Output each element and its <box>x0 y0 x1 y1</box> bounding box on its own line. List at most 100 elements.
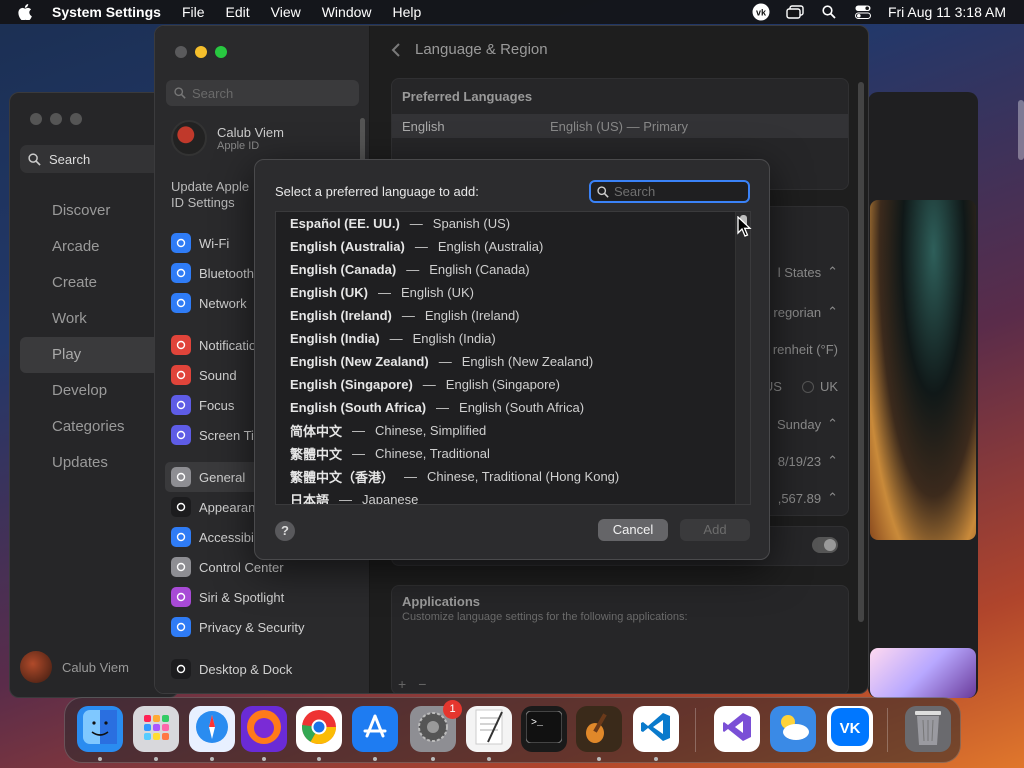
language-row[interactable]: 日本語 — Japanese <box>276 488 750 504</box>
menu-edit[interactable]: Edit <box>226 4 250 20</box>
menu-clock[interactable]: Fri Aug 11 3:18 AM <box>888 4 1006 20</box>
remove-application-button[interactable]: − <box>418 676 426 692</box>
bg-nav-updates[interactable]: Updates <box>20 445 170 481</box>
game-thumbnail[interactable] <box>870 200 976 540</box>
search-icon <box>597 185 609 198</box>
dock-vscode[interactable] <box>633 706 679 752</box>
first-day-popup[interactable]: Sunday ⌃ <box>777 416 838 432</box>
chevron-updown-icon: ⌃ <box>827 264 838 279</box>
dock-safari[interactable] <box>189 706 235 752</box>
cancel-button[interactable]: Cancel <box>598 519 668 541</box>
bg-nav-discover[interactable]: Discover <box>20 193 170 229</box>
dock-trash[interactable] <box>905 706 951 752</box>
apple-menu-icon[interactable] <box>18 4 38 20</box>
help-button[interactable]: ? <box>275 521 295 541</box>
calendar-popup[interactable]: regorian ⌃ <box>773 304 838 320</box>
language-row[interactable]: English (Australia) — English (Australia) <box>276 235 750 258</box>
bg-nav-categories[interactable]: Categories <box>20 409 170 445</box>
control-center-icon[interactable] <box>854 3 872 21</box>
background-search-field[interactable]: Search <box>20 145 170 173</box>
language-search-field[interactable] <box>589 180 750 203</box>
preferred-language-row[interactable]: English English (US) — Primary <box>392 114 848 138</box>
background-nav: Discover Arcade Create Work Play Develop… <box>20 193 170 481</box>
bg-nav-work[interactable]: Work <box>20 301 170 337</box>
bg-nav-create[interactable]: Create <box>20 265 170 301</box>
number-format-popup[interactable]: ,567.89 ⌃ <box>778 490 838 506</box>
dock-textedit[interactable] <box>466 706 512 752</box>
language-search-input[interactable] <box>614 184 734 199</box>
language-row[interactable]: English (New Zealand) — English (New Zeala… <box>276 350 750 373</box>
language-row[interactable]: 简体中文 — Chinese, Simplified <box>276 419 750 442</box>
sidebar-scrollbar[interactable] <box>360 118 365 164</box>
language-list-scrollbar[interactable] <box>735 212 750 504</box>
game-thumbnail[interactable] <box>870 648 976 698</box>
window-switch-icon[interactable] <box>786 3 804 21</box>
apple-id-item[interactable]: Calub Viem Apple ID <box>171 120 284 156</box>
minimize-button[interactable] <box>195 46 207 58</box>
add-application-button[interactable]: + <box>398 676 406 692</box>
region-popup[interactable]: l States ⌃ <box>778 264 838 280</box>
menu-file[interactable]: File <box>182 4 205 20</box>
zoom-button[interactable] <box>215 46 227 58</box>
avatar <box>20 651 52 683</box>
bg-nav-develop[interactable]: Develop <box>20 373 170 409</box>
language-row[interactable]: English (Ireland) — English (Ireland) <box>276 304 750 327</box>
menu-window[interactable]: Window <box>322 4 372 20</box>
language-english-name: English (South Africa) <box>459 400 585 415</box>
dock-weather[interactable] <box>770 706 816 752</box>
date-format-popup[interactable]: 8/19/23 ⌃ <box>778 453 838 469</box>
language-row[interactable]: Español (EE. UU.) — Spanish (US) <box>276 212 750 235</box>
toggle-switch[interactable] <box>812 537 838 553</box>
dock-app-store[interactable] <box>352 706 398 752</box>
desktop-scrollbar[interactable] <box>1018 100 1024 160</box>
radio-button-uk[interactable] <box>801 380 814 393</box>
menu-view[interactable]: View <box>271 4 301 20</box>
dock-finder[interactable] <box>77 706 123 752</box>
hand-icon <box>171 617 191 637</box>
page-title: Language & Region <box>415 41 548 58</box>
menu-app-name[interactable]: System Settings <box>52 4 161 20</box>
language-row[interactable]: English (UK) — English (UK) <box>276 281 750 304</box>
content-scrollbar[interactable] <box>858 82 864 622</box>
sidebar-item-privacy-security[interactable]: Privacy & Security <box>165 612 360 642</box>
back-chevron-icon[interactable] <box>391 42 401 58</box>
siri-icon <box>171 587 191 607</box>
dock-launchpad[interactable] <box>133 706 179 752</box>
date-format-value: 8/19/23 <box>777 453 822 469</box>
language-row[interactable]: English (Canada) — English (Canada) <box>276 258 750 281</box>
measurement-radio-group[interactable]: US UK <box>764 379 838 394</box>
dock-firefox[interactable] <box>241 706 287 752</box>
applications-subtitle: Customize language settings for the foll… <box>402 611 688 623</box>
dock-visual-studio[interactable] <box>714 706 760 752</box>
add-button[interactable]: Add <box>680 519 750 541</box>
spotlight-search-icon[interactable] <box>820 3 838 21</box>
dock-terminal[interactable]: >_ <box>521 706 567 752</box>
language-native-name: English (UK) <box>290 285 368 300</box>
language-row[interactable]: 繁體中文（香港） — Chinese, Traditional (Hong Kong… <box>276 465 750 488</box>
dock-chrome[interactable] <box>296 706 342 752</box>
running-indicator <box>317 757 321 761</box>
language-row[interactable]: English (South Africa) — English (South Af… <box>276 396 750 419</box>
settings-search-field[interactable]: Search <box>166 80 359 106</box>
language-row[interactable]: English (India) — English (India) <box>276 327 750 350</box>
running-indicator <box>210 757 214 761</box>
language-separator: — <box>414 239 428 254</box>
sidebar-item-desktop-dock[interactable]: Desktop & Dock <box>165 654 360 684</box>
bg-nav-arcade[interactable]: Arcade <box>20 229 170 265</box>
language-native-name: 繁體中文 <box>290 447 343 462</box>
language-row[interactable]: English (Singapore) — English (Singapore) <box>276 373 750 396</box>
bg-user[interactable]: Calub Viem <box>20 651 129 683</box>
update-apple-id-link[interactable]: Update Apple ID Settings <box>171 179 261 211</box>
menu-help[interactable]: Help <box>393 4 422 20</box>
dock-garageband[interactable] <box>576 706 622 752</box>
language-list[interactable]: Español (EE. UU.) — Spanish (US) English (A… <box>275 211 751 505</box>
sidebar-item-siri-spotlight[interactable]: Siri & Spotlight <box>165 582 360 612</box>
vk-status-icon[interactable]: vk <box>752 3 770 21</box>
language-row[interactable]: 繁體中文 — Chinese, Traditional <box>276 442 750 465</box>
dock-vk[interactable]: VK <box>827 706 873 752</box>
bg-nav-play[interactable]: Play <box>20 337 170 373</box>
applications-header: Applications <box>402 594 481 609</box>
temperature-popup[interactable]: renheit (°F) <box>773 342 838 357</box>
dock-system-settings[interactable]: 1 <box>410 700 462 752</box>
close-button[interactable] <box>175 46 187 58</box>
